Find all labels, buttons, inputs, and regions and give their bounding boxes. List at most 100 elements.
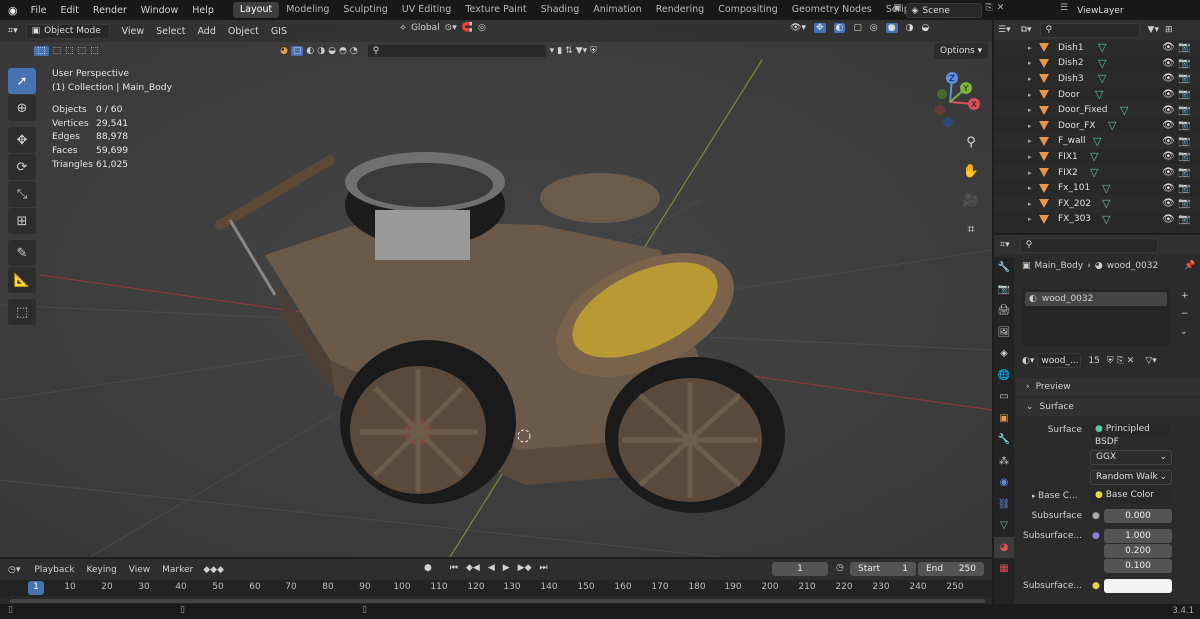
filter-object-icon[interactable]: ▢ <box>290 46 304 56</box>
jump-start-icon[interactable]: ⏮ <box>450 563 458 573</box>
filter-other-icon[interactable]: ◔ <box>350 46 358 56</box>
menu-add[interactable]: Add <box>191 26 221 37</box>
timeline-scrollbar[interactable] <box>10 599 985 603</box>
visibility-icon[interactable]: 👁▾ <box>790 23 806 33</box>
eye-icon[interactable]: 👁 <box>1162 136 1175 147</box>
filter-camera-icon[interactable]: ◒ <box>328 46 336 56</box>
data-tab-icon[interactable]: ▽ <box>994 515 1014 537</box>
base-color-input[interactable]: ● Base Color <box>1090 489 1172 504</box>
tab-modeling[interactable]: Modeling <box>279 2 336 18</box>
start-frame-field[interactable]: Start 1 <box>850 562 916 576</box>
timeline-editor-icon[interactable]: ◷▾ <box>0 565 28 575</box>
camera-icon[interactable]: 📷 <box>1178 151 1190 162</box>
select-tool-icon[interactable]: ➚ <box>8 68 36 94</box>
slot-menu-icon[interactable]: ⌄ <box>1180 327 1188 337</box>
layout-icon[interactable]: ▣ <box>893 3 902 18</box>
outliner-row[interactable]: ▸ Door_Fixed ▽ 👁 📷 <box>994 102 1200 118</box>
next-keyframe-icon[interactable]: ▶◆ <box>518 563 532 573</box>
viewport-search-input[interactable]: ⚲ <box>366 44 547 58</box>
eye-icon[interactable]: 👁 <box>1162 120 1175 131</box>
material-slot[interactable]: ◐ wood_0032 <box>1025 292 1167 306</box>
expand-arrow-icon[interactable]: ▸ <box>1028 59 1032 67</box>
tab-layout[interactable]: Layout <box>232 2 280 18</box>
options-button[interactable]: Options ▾ <box>934 43 989 59</box>
menu-timeline-view[interactable]: View <box>123 565 156 575</box>
outliner-row[interactable]: ▸ FIX1 ▽ 👁 📷 <box>994 149 1200 165</box>
render-tab-icon[interactable]: 📷 <box>994 279 1014 301</box>
fake-user-icon[interactable]: ⛨ <box>1107 356 1114 366</box>
subsurface-color-swatch[interactable] <box>1104 579 1172 593</box>
ortho-grid-icon[interactable]: ⌗ <box>959 217 983 241</box>
transform-tool-icon[interactable]: ⊞ <box>8 208 36 234</box>
measure-tool-icon[interactable]: 📐 <box>8 267 36 293</box>
eye-icon[interactable]: 👁 <box>1162 198 1175 209</box>
zoom-icon[interactable]: ⚲ <box>959 130 983 154</box>
mode-selector[interactable]: ▣ Object Mode <box>25 23 110 39</box>
scene-tab-icon[interactable]: ◈ <box>994 343 1014 365</box>
camera-icon[interactable]: 📷 <box>1178 120 1190 131</box>
menu-object[interactable]: Object <box>222 26 265 37</box>
distribution-dropdown[interactable]: GGX ⌄ <box>1090 450 1172 465</box>
surface-panel-header[interactable]: ⌄ Surface <box>1016 398 1200 416</box>
tab-shading[interactable]: Shading <box>534 2 587 18</box>
material-tab-icon[interactable]: ◕ <box>994 536 1014 558</box>
tab-sculpting[interactable]: Sculpting <box>336 2 394 18</box>
duplicate-icon[interactable]: ⎘ <box>1117 356 1124 366</box>
select-extend-icon[interactable]: ⬚ <box>53 46 62 56</box>
eye-icon[interactable]: 👁 <box>1162 73 1175 84</box>
camera-icon[interactable]: 📷 <box>1178 73 1190 84</box>
unlink-icon[interactable]: ✕ <box>1127 356 1135 366</box>
filter-icon[interactable]: ▼▾ <box>1148 25 1159 35</box>
proportional-edit-icon[interactable]: ◎ <box>478 23 486 33</box>
node-filter-icon[interactable]: ▽▾ <box>1145 356 1156 366</box>
bookmark-icon[interactable]: ▮ <box>557 46 562 56</box>
socket-dot-icon[interactable]: ● <box>1092 511 1100 521</box>
camera-view-icon[interactable]: 🎥 <box>959 188 983 212</box>
add-slot-button[interactable]: + <box>1181 291 1189 301</box>
move-tool-icon[interactable]: ✥ <box>8 127 36 153</box>
texture-tab-icon[interactable]: ▦ <box>994 558 1014 580</box>
material-name-field[interactable]: wood_... <box>1037 353 1082 368</box>
expand-arrow-icon[interactable]: ▸ <box>1028 44 1032 52</box>
expand-arrow-icon[interactable]: ▸ <box>1028 75 1032 83</box>
annotate-tool-icon[interactable]: ✎ <box>8 240 36 266</box>
tab-texture-paint[interactable]: Texture Paint <box>458 2 533 18</box>
copy-icon[interactable]: ⎘ <box>986 3 993 18</box>
expand-arrow-icon[interactable]: ▸ <box>1028 106 1032 114</box>
view-layer-tab-icon[interactable]: 🖼 <box>994 322 1014 344</box>
select-box-icon[interactable]: ⬚ <box>34 46 49 56</box>
tool-tab-icon[interactable]: 🔧 <box>994 257 1014 279</box>
particles-tab-icon[interactable]: ⁂ <box>994 451 1014 473</box>
browse-material-icon[interactable]: ◐▾ <box>1022 356 1034 366</box>
camera-icon[interactable]: 📷 <box>1178 58 1190 69</box>
select-intersect-icon[interactable]: ⬚ <box>90 46 99 56</box>
expand-arrow-icon[interactable]: ▸ <box>1028 169 1032 177</box>
expand-arrow-icon[interactable]: ▸ <box>1028 122 1032 130</box>
new-collection-icon[interactable]: ⊞ <box>1165 25 1173 35</box>
snap-icon[interactable]: 🧲 <box>462 23 473 33</box>
camera-icon[interactable]: 📷 <box>1178 167 1190 178</box>
xray-icon[interactable]: ▢ <box>853 23 862 33</box>
physics-tab-icon[interactable]: ◉ <box>994 472 1014 494</box>
expand-arrow-icon[interactable]: ▸ <box>1028 215 1032 223</box>
properties-search-input[interactable]: ⚲ <box>1019 237 1158 253</box>
eye-icon[interactable]: 👁 <box>1162 58 1175 69</box>
camera-icon[interactable]: 📷 <box>1178 214 1190 225</box>
expand-arrow-icon[interactable]: ▸ <box>1028 137 1032 145</box>
outliner-row[interactable]: ▸ Door_FX ▽ 👁 📷 <box>994 118 1200 134</box>
outliner-row[interactable]: ▸ Door ▽ 👁 📷 <box>994 87 1200 103</box>
keyframe-icons[interactable]: ◆◆◆ <box>199 565 228 575</box>
eye-icon[interactable]: 👁 <box>1162 151 1175 162</box>
overlay-toggle-icon[interactable]: ◐ <box>833 23 846 33</box>
constraints-tab-icon[interactable]: ⛓ <box>994 494 1014 516</box>
surface-shader-selector[interactable]: ● Principled BSDF <box>1090 423 1170 447</box>
select-subtract-icon[interactable]: ⬚ <box>65 46 74 56</box>
tab-uv-editing[interactable]: UV Editing <box>395 2 459 18</box>
filter-light-icon[interactable]: ◑ <box>317 46 325 56</box>
camera-icon[interactable]: 📷 <box>1178 89 1190 100</box>
pivot-icon[interactable]: ⊙▾ <box>445 23 457 33</box>
view-layer-selector[interactable]: ViewLayer <box>1072 3 1173 18</box>
socket-dot-icon[interactable]: ● <box>1092 581 1100 591</box>
menu-marker[interactable]: Marker <box>156 565 199 575</box>
output-tab-icon[interactable]: 🖨 <box>994 300 1014 322</box>
